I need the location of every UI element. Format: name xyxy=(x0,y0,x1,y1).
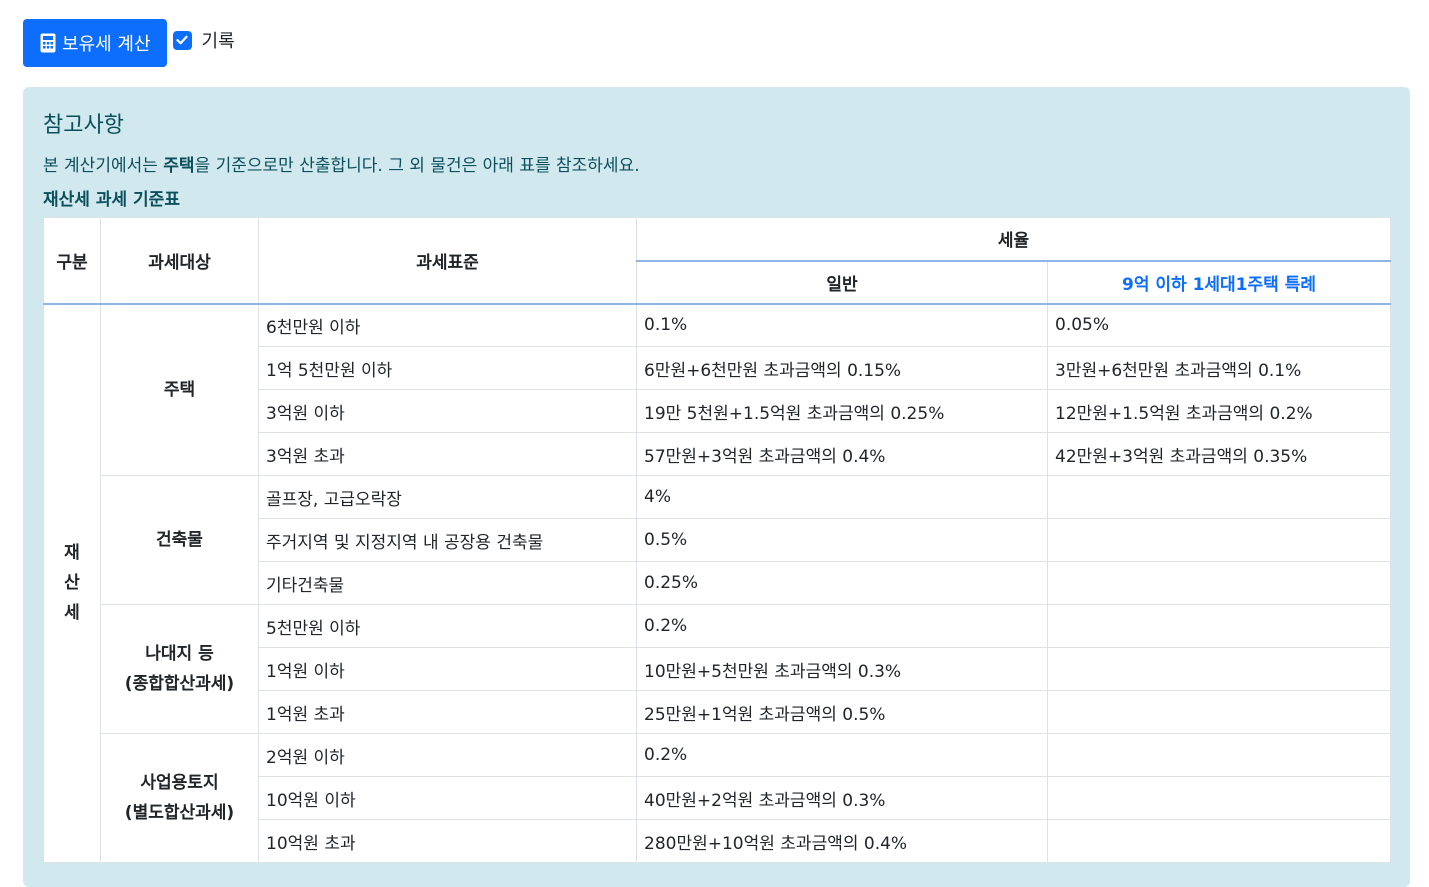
table-row: 사업용토지 (별도합산과세) 2억원 이하 0.2% xyxy=(44,733,1391,863)
record-toggle[interactable]: 기록 xyxy=(172,27,235,53)
property-tax-table: 구분 과세대상 과세표준 세율 일반 9억 이하 1세대1주택 특례 재 산 세 주택… xyxy=(43,217,1391,863)
cell-general: 0.25% xyxy=(636,561,1048,605)
group-label-char: 세 xyxy=(64,603,80,624)
category-name-line: 나대지 등 xyxy=(145,644,214,664)
cell-standard: 3억원 초과 xyxy=(258,432,637,476)
category-cell: 주택 xyxy=(100,303,259,476)
cell-special: 3만원+6천만원 초과금액의 0.1% xyxy=(1047,346,1391,390)
header-standard: 과세표준 xyxy=(258,217,637,305)
cell-special: 0.05% xyxy=(1047,303,1391,347)
cell-general: 25만원+1억원 초과금액의 0.5% xyxy=(636,690,1048,734)
cell-special: 42만원+3억원 초과금액의 0.35% xyxy=(1047,432,1391,476)
cell-standard: 주거지역 및 지정지역 내 공장용 건축물 xyxy=(258,518,637,562)
cell-standard: 5천만원 이하 xyxy=(258,604,637,648)
header-general: 일반 xyxy=(636,260,1048,305)
cell-standard: 3억원 이하 xyxy=(258,389,637,433)
toolbar: 보유세 계산 기록 xyxy=(23,19,235,67)
header-target: 과세대상 xyxy=(100,217,259,305)
cell-general: 0.2% xyxy=(636,733,1048,777)
cell-special xyxy=(1047,733,1391,777)
group-label-cell: 재산세 xyxy=(43,303,101,863)
calculator-icon xyxy=(40,33,56,53)
cell-standard: 1억원 이하 xyxy=(258,647,637,691)
cell-standard: 6천만원 이하 xyxy=(258,303,637,347)
table-row: 나대지 등 (종합합산과세) 5천만원 이하 0.2% xyxy=(44,604,1391,734)
group-label-char: 산 xyxy=(64,573,80,594)
tax-table-body: 재 산 세 주택 6천만원 이하 0.1% 0.05% 1억 5천만원 이하 6만원+6천만원 … xyxy=(43,303,1391,863)
cell-general: 6만원+6천만원 초과금액의 0.15% xyxy=(636,346,1048,390)
cell-general: 0.1% xyxy=(636,303,1048,347)
category-name-line: 주택 xyxy=(163,379,196,400)
desc-text-after: 을 기준으로만 산출합니다. 그 외 물건은 아래 표를 참조하세요. xyxy=(194,156,640,176)
cell-standard: 10억원 이하 xyxy=(258,776,637,820)
cell-standard: 10억원 초과 xyxy=(258,819,637,863)
cell-general: 57만원+3억원 초과금액의 0.4% xyxy=(636,432,1048,476)
calc-button[interactable]: 보유세 계산 xyxy=(23,19,167,67)
header-division: 구분 xyxy=(43,217,101,305)
cell-general: 4% xyxy=(636,475,1048,519)
header-rate: 세율 xyxy=(636,217,1391,262)
cell-standard: 1억 5천만원 이하 xyxy=(258,346,637,390)
cell-special xyxy=(1047,604,1391,648)
notice-description: 본 계산기에서는 주택을 기준으로만 산출합니다. 그 외 물건은 아래 표를 … xyxy=(43,151,640,176)
table-caption: 재산세 과세 기준표 xyxy=(43,190,180,210)
calc-button-label: 보유세 계산 xyxy=(62,34,151,55)
cell-general: 0.5% xyxy=(636,518,1048,562)
cell-general: 280만원+10억원 초과금액의 0.4% xyxy=(636,819,1048,863)
table-row: 건축물 골프장, 고급오락장 4% xyxy=(44,475,1391,605)
cell-special xyxy=(1047,518,1391,562)
cell-general: 40만원+2억원 초과금액의 0.3% xyxy=(636,776,1048,820)
cell-general: 19만 5천원+1.5억원 초과금액의 0.25% xyxy=(636,389,1048,433)
desc-text-before: 본 계산기에서는 xyxy=(43,156,164,176)
category-name-line: (종합합산과세) xyxy=(124,674,235,694)
cell-special xyxy=(1047,819,1391,863)
notice-title: 참고사항 xyxy=(43,113,124,138)
group-label-char: 재 xyxy=(64,543,80,564)
notice-panel: 참고사항 본 계산기에서는 주택을 기준으로만 산출합니다. 그 외 물건은 아… xyxy=(23,87,1410,887)
desc-text-bold: 주택 xyxy=(163,156,195,176)
cell-standard: 2억원 이하 xyxy=(258,733,637,777)
cell-special xyxy=(1047,647,1391,691)
cell-standard: 골프장, 고급오락장 xyxy=(258,475,637,519)
category-name-line: 건축물 xyxy=(156,530,203,550)
category-name-line: 사업용토지 xyxy=(140,773,219,793)
category-cell: 건축물 xyxy=(100,475,259,605)
cell-special xyxy=(1047,561,1391,605)
checkmark-icon xyxy=(176,35,188,45)
category-cell: 나대지 등 (종합합산과세) xyxy=(100,604,259,734)
header-special: 9억 이하 1세대1주택 특례 xyxy=(1047,260,1391,305)
cell-special xyxy=(1047,776,1391,820)
record-checkbox[interactable] xyxy=(172,30,192,50)
cell-standard: 기타건축물 xyxy=(258,561,637,605)
cell-standard: 1억원 초과 xyxy=(258,690,637,734)
cell-general: 10만원+5천만원 초과금액의 0.3% xyxy=(636,647,1048,691)
cell-special: 12만원+1.5억원 초과금액의 0.2% xyxy=(1047,389,1391,433)
cell-general: 0.2% xyxy=(636,604,1048,648)
table-row: 재 산 세 주택 6천만원 이하 0.1% 0.05% xyxy=(43,303,1391,863)
cell-special xyxy=(1047,690,1391,734)
category-name-line: (별도합산과세) xyxy=(124,803,235,823)
category-cell: 사업용토지 (별도합산과세) xyxy=(100,733,259,863)
record-checkbox-label: 기록 xyxy=(201,31,235,52)
cell-special xyxy=(1047,475,1391,519)
